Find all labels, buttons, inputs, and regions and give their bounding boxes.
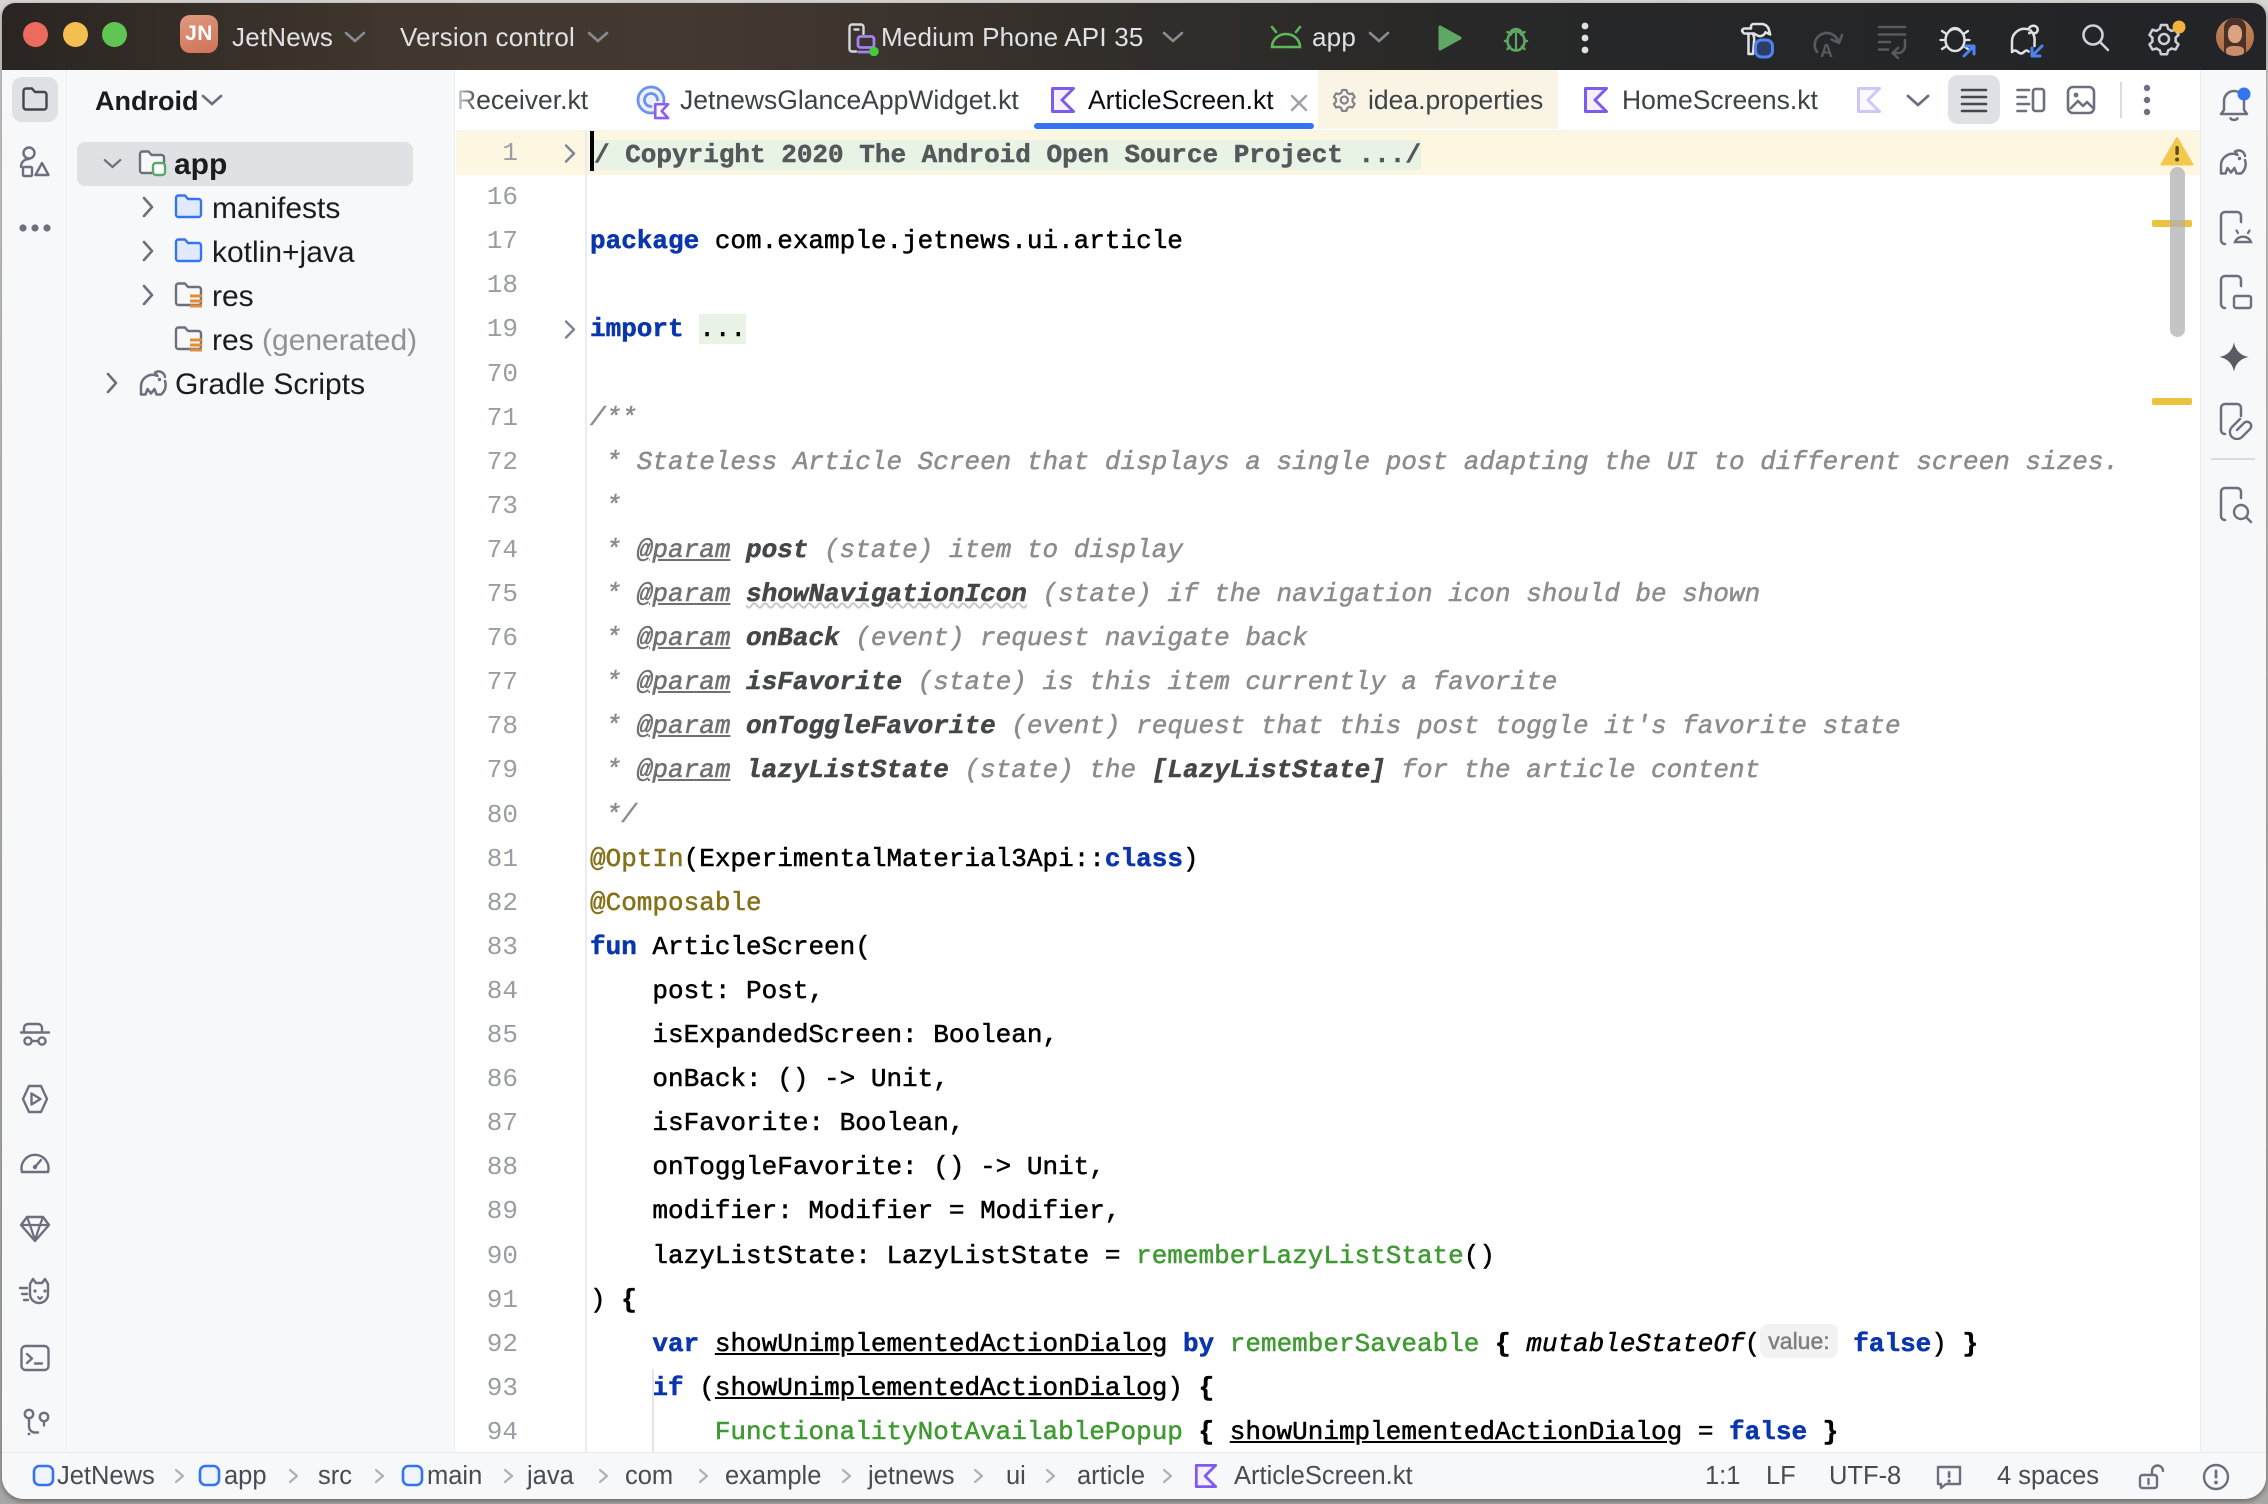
svg-text:A: A: [1820, 41, 1833, 60]
